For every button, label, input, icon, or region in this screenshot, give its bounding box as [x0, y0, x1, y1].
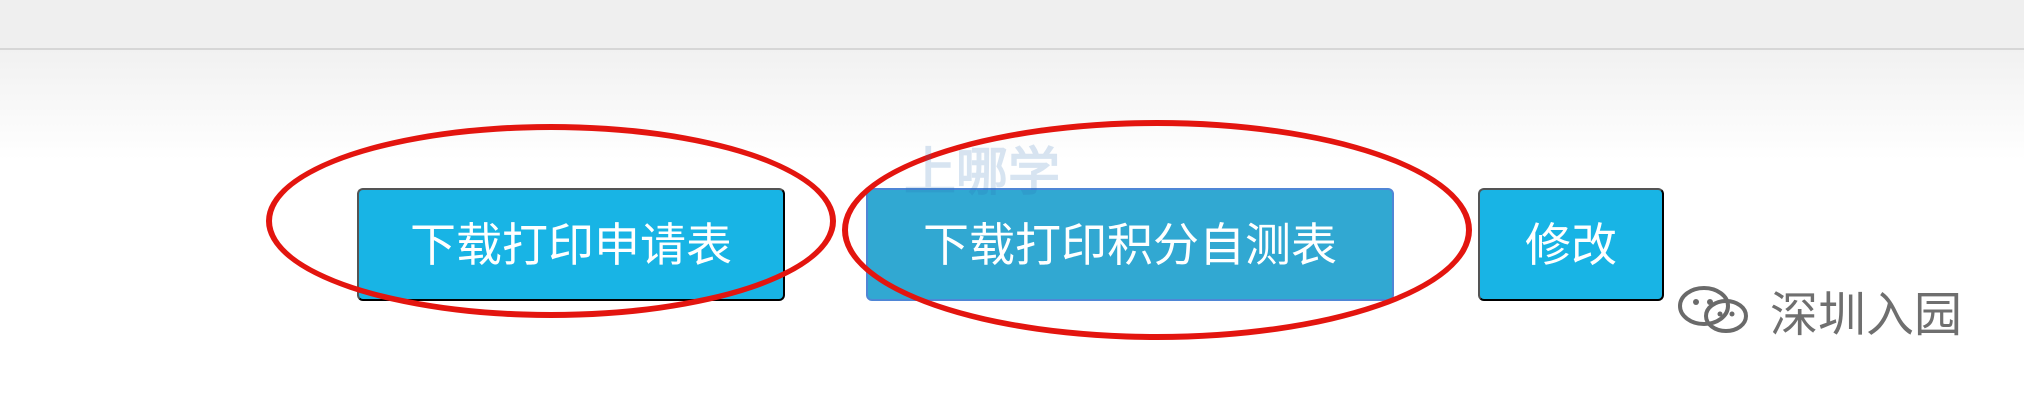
watermark: 深圳入园: [1672, 278, 1963, 343]
wechat-icon: [1672, 280, 1756, 340]
background-fade: [0, 50, 2024, 160]
top-bar: [0, 0, 2024, 50]
download-application-form-button[interactable]: 下载打印申请表: [357, 188, 785, 301]
watermark-text: 深圳入园: [1770, 287, 1963, 343]
download-points-selftest-form-button[interactable]: 下载打印积分自测表: [866, 188, 1394, 301]
edit-button[interactable]: 修改: [1478, 188, 1664, 301]
